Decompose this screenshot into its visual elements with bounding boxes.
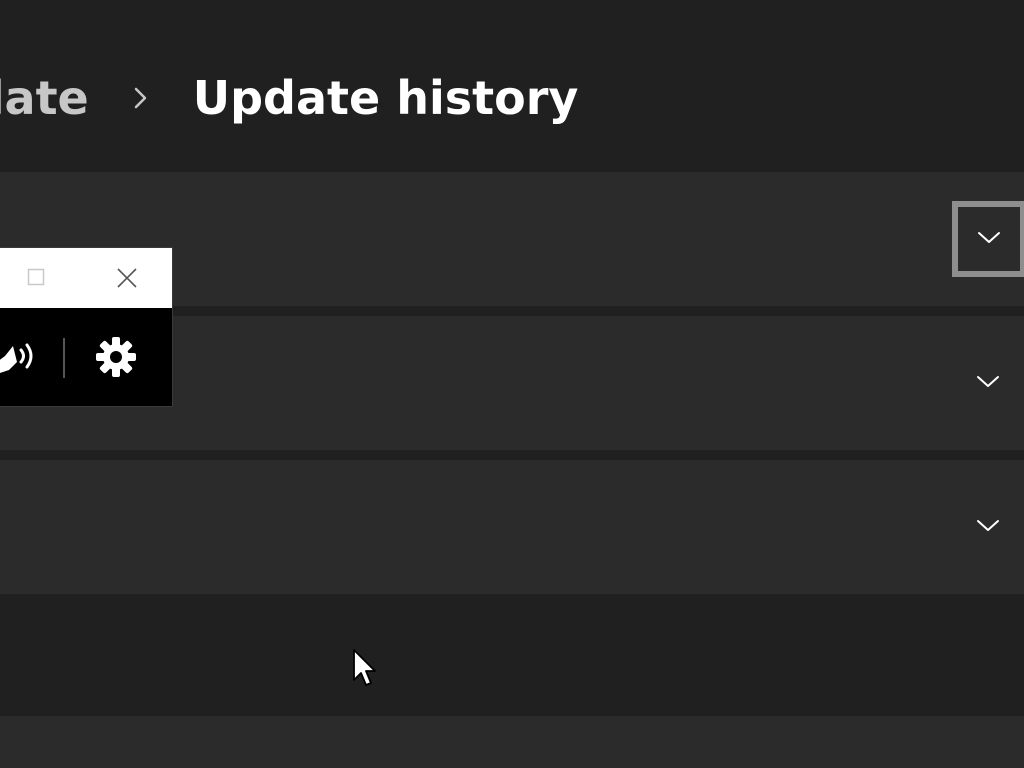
- chevron-right-icon: [119, 78, 167, 118]
- mouse-pointer-icon: [352, 648, 378, 688]
- maximize-icon[interactable]: [27, 268, 45, 286]
- chevron-down-icon: [976, 374, 1000, 393]
- update-category-card[interactable]: [0, 460, 1024, 594]
- mini-window-titlebar[interactable]: [0, 248, 172, 308]
- page-title: Update history: [192, 71, 579, 125]
- close-icon[interactable]: [113, 264, 141, 292]
- breadcrumb: odate Update history: [0, 66, 578, 130]
- gear-icon[interactable]: [95, 336, 137, 378]
- mini-window-controls: [0, 308, 172, 406]
- toolbar-divider: [63, 338, 65, 378]
- expand-button[interactable]: [952, 491, 1024, 563]
- settings-page: odate Update history: [0, 0, 1024, 768]
- page-header: odate Update history: [0, 0, 1024, 172]
- chevron-down-icon: [977, 230, 1001, 249]
- related-settings-card[interactable]: [0, 716, 1024, 768]
- expand-button[interactable]: [952, 347, 1024, 419]
- expand-button[interactable]: [952, 201, 1024, 277]
- chevron-down-icon: [976, 518, 1000, 537]
- floating-mini-window[interactable]: [0, 247, 173, 407]
- speaker-icon[interactable]: [0, 336, 37, 376]
- breadcrumb-parent-link[interactable]: odate: [0, 71, 89, 125]
